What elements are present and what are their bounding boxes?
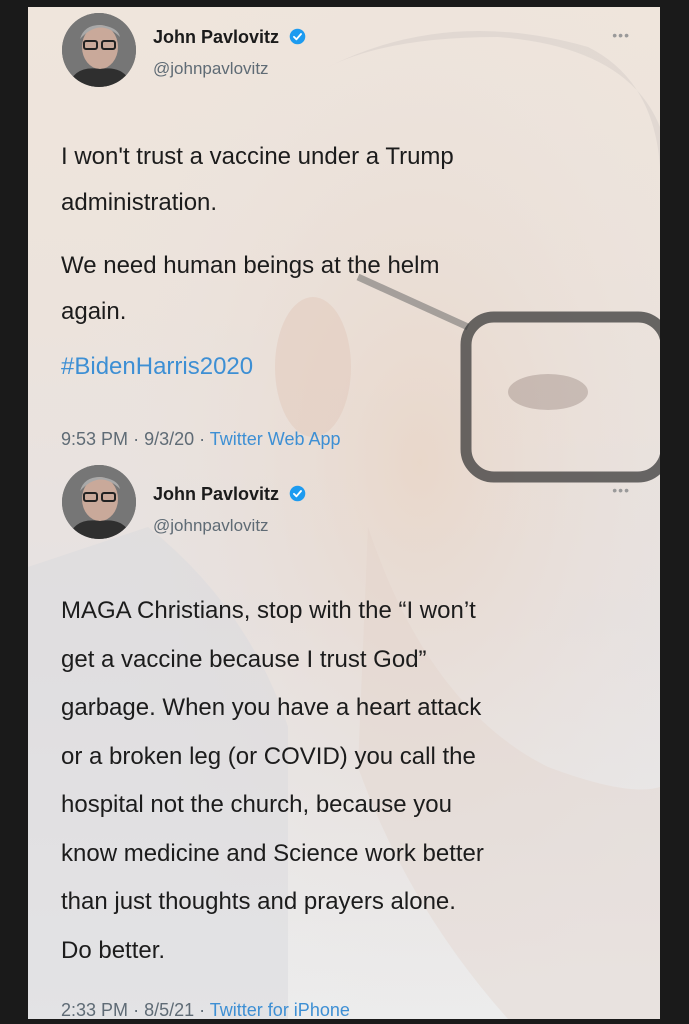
tweet-line: know medicine and Science work better	[61, 839, 484, 867]
tweet-date[interactable]: 8/5/21	[144, 1000, 194, 1019]
tweet-paragraph-2: We need human beings at the helm again.	[61, 243, 646, 335]
tweet-line: get a vaccine because I trust God”	[61, 645, 427, 673]
tweet-paragraph-1: I won't trust a vaccine under a Trump ad…	[61, 134, 646, 226]
tweet-line: I won't trust a vaccine under a Trump	[61, 143, 454, 170]
tweet-line: or a broken leg (or COVID) you call the	[61, 742, 476, 770]
separator-dot: ·	[133, 429, 145, 449]
tweet-time[interactable]: 9:53 PM	[61, 429, 128, 449]
more-options-icon[interactable]: •••	[612, 27, 630, 43]
hashtag-link[interactable]: #BidenHarris2020	[61, 353, 253, 381]
tweet-line: garbage. When you have a heart attack	[61, 694, 482, 721]
tweet-meta: 9:53 PM · 9/3/20 · Twitter Web App	[61, 429, 341, 450]
display-name[interactable]: John Pavlovitz	[153, 484, 306, 505]
separator-dot: ·	[133, 1000, 145, 1019]
tweet-line: Do better.	[61, 936, 166, 964]
tweet-source-link[interactable]: Twitter Web App	[210, 429, 341, 449]
handle[interactable]: @johnpavlovitz	[153, 59, 269, 79]
tweet-meta: 2:33 PM · 8/5/21 · Twitter for iPhone	[61, 1000, 350, 1019]
tweet-line: MAGA Christians, stop with the “I won’t	[61, 597, 476, 624]
tweet-source-link[interactable]: Twitter for iPhone	[210, 1000, 350, 1019]
tweet-date[interactable]: 9/3/20	[144, 429, 194, 449]
avatar-photo	[62, 13, 136, 87]
more-options-icon[interactable]: •••	[612, 482, 630, 498]
display-name-text: John Pavlovitz	[153, 27, 280, 47]
tweet-time[interactable]: 2:33 PM	[61, 1000, 128, 1019]
separator-dot: ·	[199, 429, 210, 449]
avatar-photo	[62, 465, 136, 539]
tweet-line: than just thoughts and prayers alone.	[61, 888, 456, 915]
tweet-line: administration.	[61, 189, 218, 216]
tweet-line: hospital not the church, because you	[61, 791, 452, 818]
verified-badge-icon	[289, 28, 306, 45]
tweet-line: again.	[61, 298, 127, 325]
avatar[interactable]	[62, 465, 136, 539]
screenshot-frame: John Pavlovitz @johnpavlovitz ••• I won'…	[28, 7, 660, 1019]
separator-dot: ·	[199, 1000, 210, 1019]
handle[interactable]: @johnpavlovitz	[153, 516, 269, 536]
verified-badge-icon	[289, 485, 306, 502]
avatar[interactable]	[62, 13, 136, 87]
display-name[interactable]: John Pavlovitz	[153, 27, 306, 48]
display-name-text: John Pavlovitz	[153, 484, 280, 504]
tweet-line: We need human beings at the helm	[61, 252, 440, 279]
tweet-body: MAGA Christians, stop with the “I won’t …	[61, 587, 651, 975]
